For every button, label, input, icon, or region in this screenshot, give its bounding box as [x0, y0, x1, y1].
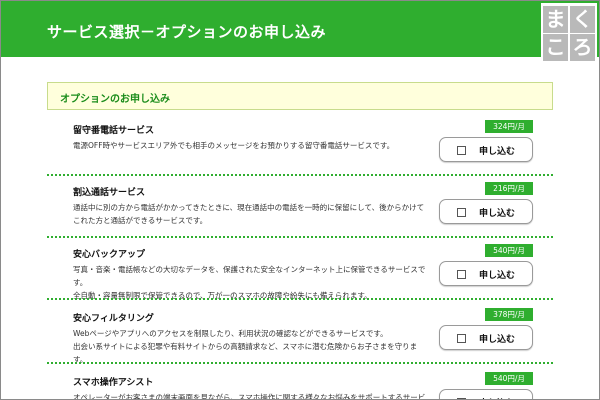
description-line: これた方と通話ができるサービスです。: [73, 216, 208, 225]
checkbox-icon[interactable]: [457, 146, 466, 155]
option-description: オペレーターがお客さまの端末画面を見ながら、スマホ操作に関する様々なお悩みをサポ…: [73, 391, 453, 399]
price-badge: 540円/月: [485, 372, 533, 385]
option-name: 安心フィルタリング: [73, 314, 154, 324]
logo-tile: ろ: [570, 34, 595, 61]
section-title: オプションのお申し込み: [60, 94, 170, 105]
price-badge: 378円/月: [485, 308, 533, 321]
apply-label: 申し込む: [479, 209, 516, 219]
makokoro-logo: ま く こ ろ: [541, 3, 597, 63]
apply-button-filtering[interactable]: 申し込む: [439, 325, 533, 350]
option-name: 留守番電話サービス: [73, 126, 155, 136]
description-line: オペレーターがお客さまの端末画面を見ながら、スマホ操作に関する様々なお悩みをサポ…: [73, 393, 426, 399]
page-frame: サービス選択－オプションのお申し込み ま く こ ろ オプションのお申し込み 留…: [0, 0, 600, 400]
description-line: Webページやアプリへのアクセスを制限したり、利用状況の確認などができるサービス…: [73, 329, 388, 338]
apply-label: 申し込む: [479, 271, 516, 281]
page-title: サービス選択－オプションのお申し込み: [47, 23, 327, 41]
logo-tile: く: [570, 6, 595, 33]
description-line: 電源OFF時やサービスエリア外でも相手のメッセージをお預かりする留守番電話サービ…: [73, 141, 395, 150]
option-description: 電源OFF時やサービスエリア外でも相手のメッセージをお預かりする留守番電話サービ…: [73, 139, 453, 152]
option-call-waiting: 割込通話サービス 216円/月 通話中に別の方から電話がかかってきたときに、現在…: [47, 182, 553, 240]
option-name: 割込通話サービス: [73, 188, 146, 198]
apply-button-call-waiting[interactable]: 申し込む: [439, 199, 533, 224]
logo-tile: ま: [543, 6, 568, 33]
checkbox-icon[interactable]: [457, 208, 466, 217]
price-badge: 324円/月: [485, 120, 533, 133]
apply-button-operation-assist[interactable]: 申し込む: [439, 389, 533, 399]
description-line: 写真・音楽・電話帳などの大切なデータを、保護された安全なインターネット上に保管で…: [73, 265, 426, 274]
description-line: す。: [73, 355, 88, 364]
option-name: スマホ操作アシスト: [73, 378, 154, 388]
option-operation-assist: スマホ操作アシスト 540円/月 オペレーターがお客さまの端末画面を見ながら、ス…: [47, 372, 553, 399]
apply-label: 申し込む: [479, 396, 515, 399]
option-name: 安心バックアップ: [73, 250, 146, 260]
option-voicemail: 留守番電話サービス 324円/月 電源OFF時やサービスエリア外でも相手のメッセ…: [47, 120, 553, 178]
description-line: 通話中に別の方から電話がかかってきたときに、現在通話中の電話を一時的に保留にして…: [73, 203, 425, 212]
dotted-divider: [47, 298, 553, 300]
description-line: 出会い系サイトによる犯罪や有料サイトからの高額請求など、スマホに潜む危険からお子…: [73, 342, 418, 351]
option-filtering: 安心フィルタリング 378円/月 Webページやアプリへのアクセスを制限したり、…: [47, 308, 553, 366]
price-badge: 540円/月: [485, 244, 533, 257]
dotted-divider: [47, 236, 553, 238]
dotted-divider: [47, 362, 553, 364]
option-backup: 安心バックアップ 540円/月 写真・音楽・電話帳などの大切なデータを、保護され…: [47, 244, 553, 302]
apply-label: 申し込む: [479, 147, 516, 157]
description-line: す。: [73, 278, 88, 287]
option-description: Webページやアプリへのアクセスを制限したり、利用状況の確認などができるサービス…: [73, 327, 453, 366]
dotted-divider: [47, 174, 553, 176]
page-header: サービス選択－オプションのお申し込み: [1, 1, 599, 57]
checkbox-icon[interactable]: [457, 398, 466, 399]
description-line: 全自動・容量無制限で保管できるので、万が一のスマホの故障や紛失にも備えられます。: [73, 291, 372, 300]
apply-button-voicemail[interactable]: 申し込む: [439, 137, 533, 162]
checkbox-icon[interactable]: [457, 334, 466, 343]
option-description: 通話中に別の方から電話がかかってきたときに、現在通話中の電話を一時的に保留にして…: [73, 201, 453, 227]
logo-tile: こ: [543, 34, 568, 61]
options-section-header: オプションのお申し込み: [47, 82, 553, 110]
apply-label: 申し込む: [479, 335, 516, 345]
checkbox-icon[interactable]: [457, 270, 466, 279]
apply-button-backup[interactable]: 申し込む: [439, 261, 533, 286]
option-description: 写真・音楽・電話帳などの大切なデータを、保護された安全なインターネット上に保管で…: [73, 263, 453, 302]
price-badge: 216円/月: [485, 182, 533, 195]
